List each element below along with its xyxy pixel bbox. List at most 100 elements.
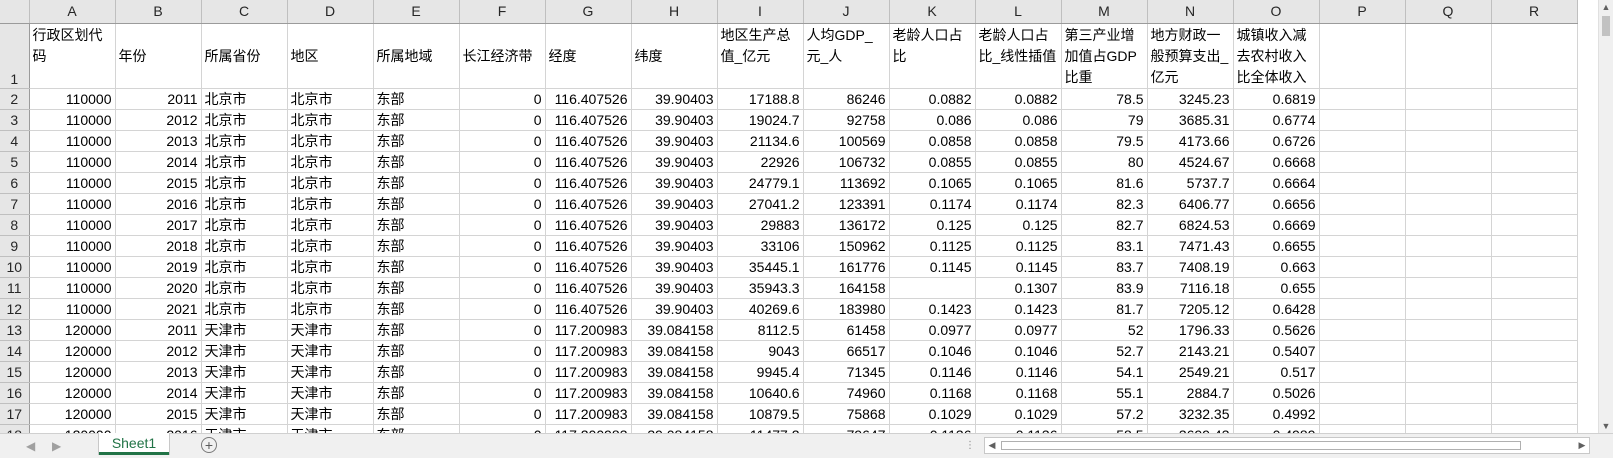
cell-k13[interactable]: 0.0977 [889, 319, 976, 341]
cell-m14[interactable]: 52.7 [1061, 340, 1148, 362]
cell-k10[interactable]: 0.1145 [889, 256, 976, 278]
cell-i9[interactable]: 33106 [717, 235, 804, 257]
cell-j10[interactable]: 161776 [803, 256, 890, 278]
cell-m16[interactable]: 55.1 [1061, 382, 1148, 404]
cell-q12[interactable] [1405, 298, 1492, 320]
cell-q2[interactable] [1405, 88, 1492, 110]
cell-q14[interactable] [1405, 340, 1492, 362]
cell-r13[interactable] [1491, 319, 1578, 341]
header-cell-g[interactable]: 经度 [545, 23, 632, 89]
cell-r15[interactable] [1491, 361, 1578, 383]
cell-g10[interactable]: 116.407526 [545, 256, 632, 278]
cell-m9[interactable]: 83.1 [1061, 235, 1148, 257]
cell-i3[interactable]: 19024.7 [717, 109, 804, 131]
cell-j2[interactable]: 86246 [803, 88, 890, 110]
cell-d17[interactable]: 天津市 [287, 403, 374, 425]
cell-r7[interactable] [1491, 193, 1578, 215]
column-header-d[interactable]: D [287, 0, 374, 24]
cell-k4[interactable]: 0.0858 [889, 130, 976, 152]
cell-h2[interactable]: 39.90403 [631, 88, 718, 110]
cell-g8[interactable]: 116.407526 [545, 214, 632, 236]
cell-g15[interactable]: 117.200983 [545, 361, 632, 383]
cell-c18[interactable]: 天津市 [201, 424, 288, 433]
cell-o13[interactable]: 0.5626 [1233, 319, 1320, 341]
cell-a18[interactable]: 120000 [29, 424, 116, 433]
vertical-scrollbar[interactable]: ▲ ▼ [1598, 0, 1613, 433]
cell-k18[interactable]: 0.1136 [889, 424, 976, 433]
horizontal-scrollbar[interactable]: ◀ ▶ [984, 437, 1590, 454]
cell-j11[interactable]: 164158 [803, 277, 890, 299]
cell-p16[interactable] [1319, 382, 1406, 404]
cell-k16[interactable]: 0.1168 [889, 382, 976, 404]
header-cell-f[interactable]: 长江经济带 [459, 23, 546, 89]
cell-b3[interactable]: 2012 [115, 109, 202, 131]
cell-a3[interactable]: 110000 [29, 109, 116, 131]
cell-l3[interactable]: 0.086 [975, 109, 1062, 131]
cell-q7[interactable] [1405, 193, 1492, 215]
cell-b13[interactable]: 2011 [115, 319, 202, 341]
cell-e17[interactable]: 东部 [373, 403, 460, 425]
cell-m4[interactable]: 79.5 [1061, 130, 1148, 152]
row-header[interactable]: 2 [0, 88, 30, 110]
cell-r4[interactable] [1491, 130, 1578, 152]
cell-o17[interactable]: 0.4992 [1233, 403, 1320, 425]
column-header-a[interactable]: A [29, 0, 116, 24]
cell-o12[interactable]: 0.6428 [1233, 298, 1320, 320]
cell-d8[interactable]: 北京市 [287, 214, 374, 236]
cell-f16[interactable]: 0 [459, 382, 546, 404]
cell-g5[interactable]: 116.407526 [545, 151, 632, 173]
cell-e7[interactable]: 东部 [373, 193, 460, 215]
cell-e16[interactable]: 东部 [373, 382, 460, 404]
header-cell-n[interactable]: 地方财政一般预算支出_亿元 [1147, 23, 1234, 89]
cell-j17[interactable]: 75868 [803, 403, 890, 425]
header-cell-j[interactable]: 人均GDP_元_人 [803, 23, 890, 89]
column-header-i[interactable]: I [717, 0, 804, 24]
row-header[interactable]: 14 [0, 340, 30, 362]
header-cell-a[interactable]: 行政区划代码 [29, 23, 116, 89]
cell-b14[interactable]: 2012 [115, 340, 202, 362]
row-header[interactable]: 13 [0, 319, 30, 341]
row-header[interactable]: 16 [0, 382, 30, 404]
cell-d7[interactable]: 北京市 [287, 193, 374, 215]
cell-f10[interactable]: 0 [459, 256, 546, 278]
cell-f9[interactable]: 0 [459, 235, 546, 257]
tab-split-handle-icon[interactable]: ⋮ [965, 440, 975, 451]
cell-a14[interactable]: 120000 [29, 340, 116, 362]
header-cell-r[interactable] [1491, 23, 1578, 89]
row-header[interactable]: 5 [0, 151, 30, 173]
cell-b11[interactable]: 2020 [115, 277, 202, 299]
cell-d6[interactable]: 北京市 [287, 172, 374, 194]
cell-a4[interactable]: 110000 [29, 130, 116, 152]
cell-p3[interactable] [1319, 109, 1406, 131]
cell-g2[interactable]: 116.407526 [545, 88, 632, 110]
cell-g17[interactable]: 117.200983 [545, 403, 632, 425]
cell-h10[interactable]: 39.90403 [631, 256, 718, 278]
cell-e12[interactable]: 东部 [373, 298, 460, 320]
cell-f8[interactable]: 0 [459, 214, 546, 236]
cell-n5[interactable]: 4524.67 [1147, 151, 1234, 173]
cell-f15[interactable]: 0 [459, 361, 546, 383]
cell-b12[interactable]: 2021 [115, 298, 202, 320]
cell-g16[interactable]: 117.200983 [545, 382, 632, 404]
cell-a13[interactable]: 120000 [29, 319, 116, 341]
cell-f13[interactable]: 0 [459, 319, 546, 341]
row-header[interactable]: 15 [0, 361, 30, 383]
cell-f7[interactable]: 0 [459, 193, 546, 215]
cell-m10[interactable]: 83.7 [1061, 256, 1148, 278]
scroll-right-arrow-icon[interactable]: ▶ [1575, 438, 1589, 453]
cell-f18[interactable]: 0 [459, 424, 546, 433]
row-header[interactable]: 9 [0, 235, 30, 257]
cell-i16[interactable]: 10640.6 [717, 382, 804, 404]
cell-n17[interactable]: 3232.35 [1147, 403, 1234, 425]
cell-b7[interactable]: 2016 [115, 193, 202, 215]
cell-m6[interactable]: 81.6 [1061, 172, 1148, 194]
cell-r11[interactable] [1491, 277, 1578, 299]
cell-c10[interactable]: 北京市 [201, 256, 288, 278]
cell-q10[interactable] [1405, 256, 1492, 278]
cell-r12[interactable] [1491, 298, 1578, 320]
row-header[interactable]: 10 [0, 256, 30, 278]
cell-o16[interactable]: 0.5026 [1233, 382, 1320, 404]
cell-d10[interactable]: 北京市 [287, 256, 374, 278]
cell-a7[interactable]: 110000 [29, 193, 116, 215]
cell-n14[interactable]: 2143.21 [1147, 340, 1234, 362]
